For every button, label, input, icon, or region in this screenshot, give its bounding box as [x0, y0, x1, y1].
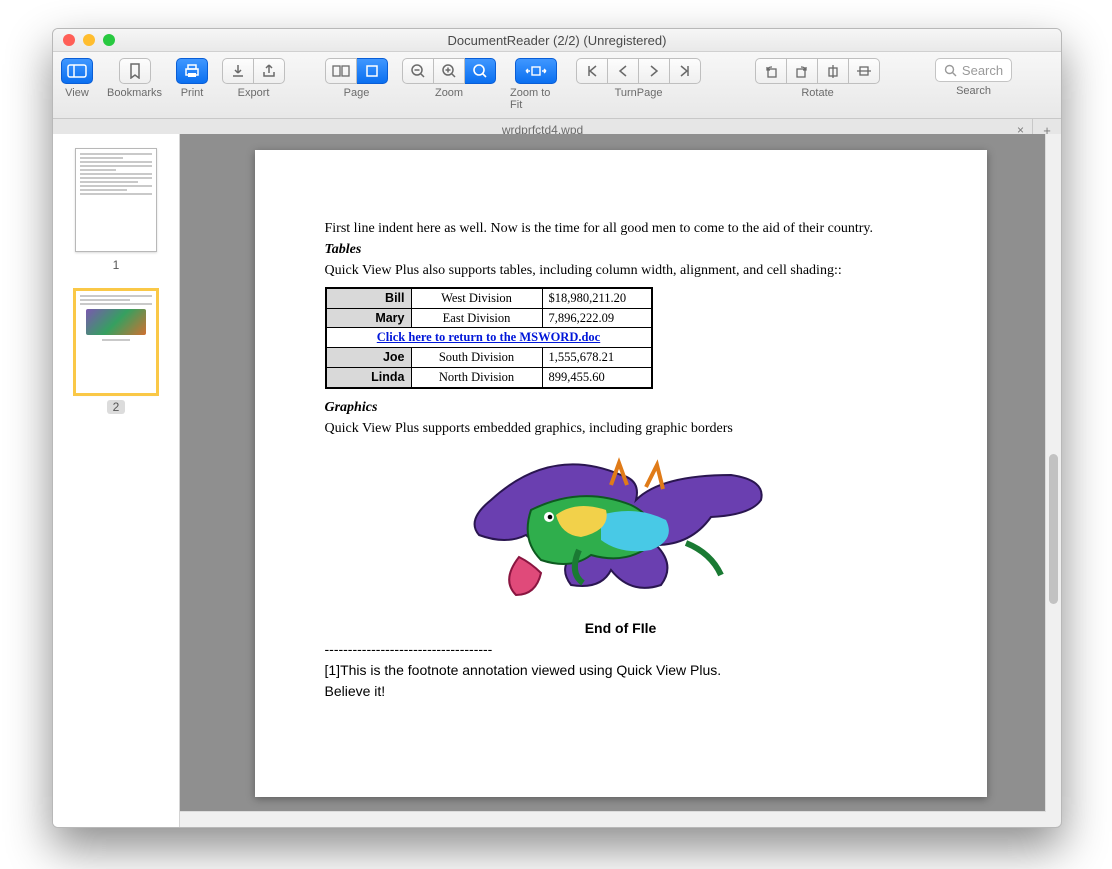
graphics-paragraph: Quick View Plus supports embedded graphi… [325, 420, 917, 439]
last-page-button[interactable] [670, 58, 701, 84]
cell-division: West Division [411, 288, 542, 308]
download-icon [230, 63, 246, 79]
next-page-button[interactable] [639, 58, 670, 84]
magnifier-icon [472, 63, 488, 79]
thumbnail-1-label: 1 [113, 258, 120, 272]
printer-icon [183, 63, 201, 79]
cell-amount: 1,555,678.21 [542, 348, 652, 368]
cell-name: Mary [326, 308, 412, 328]
page-thumbnail-2[interactable] [75, 290, 157, 394]
cell-name: Joe [326, 348, 412, 368]
search-icon [944, 64, 957, 77]
prev-icon [617, 64, 629, 78]
fit-icon [524, 64, 548, 78]
end-of-file: End of FIle [325, 619, 917, 638]
document-page: First line indent here as well. Now is t… [255, 150, 987, 797]
vertical-scrollbar[interactable] [1045, 134, 1061, 827]
cell-amount: $18,980,211.20 [542, 288, 652, 308]
body-paragraph: First line indent here as well. Now is t… [325, 220, 917, 239]
single-page-icon [364, 64, 380, 78]
search-placeholder: Search [962, 63, 1003, 78]
thumbnail-sidebar[interactable]: 1 2 [53, 134, 180, 827]
horizontal-scrollbar[interactable] [180, 811, 1046, 827]
page-single-button[interactable] [357, 58, 388, 84]
export-share-button[interactable] [254, 58, 285, 84]
page-thumbnail-1[interactable] [75, 148, 157, 252]
window-title: DocumentReader (2/2) (Unregistered) [53, 33, 1061, 48]
cell-name: Bill [326, 288, 412, 308]
footnote-separator: ------------------------------------ [325, 640, 917, 659]
first-page-button[interactable] [576, 58, 608, 84]
toolbar: View Bookmarks Print [53, 52, 1061, 119]
graphics-heading: Graphics [325, 399, 917, 418]
table-row: Bill West Division $18,980,211.20 [326, 288, 652, 308]
title-bar[interactable]: DocumentReader (2/2) (Unregistered) [53, 29, 1061, 52]
page-label: Page [344, 87, 370, 99]
first-icon [585, 64, 599, 78]
turnpage-label: TurnPage [615, 87, 663, 99]
bookmark-icon [128, 63, 142, 79]
flip-h-icon [825, 63, 841, 79]
zoom-in-button[interactable] [434, 58, 465, 84]
cell-division: North Division [411, 368, 542, 388]
search-label: Search [956, 85, 991, 97]
bookmarks-button[interactable] [119, 58, 151, 84]
search-input[interactable]: Search [935, 58, 1012, 82]
zoom-to-fit-label: Zoom to Fit [510, 87, 562, 111]
rotate-label: Rotate [801, 87, 833, 99]
app-window: DocumentReader (2/2) (Unregistered) View… [52, 28, 1062, 828]
footnote-ref: [1] [325, 662, 341, 678]
thumbnail-2-label: 2 [107, 400, 126, 414]
flip-h-button[interactable] [818, 58, 849, 84]
footnote-line-1: [1]This is the footnote annotation viewe… [325, 661, 917, 680]
rotate-right-button[interactable] [787, 58, 818, 84]
table-row: Linda North Division 899,455.60 [326, 368, 652, 388]
tables-heading: Tables [325, 241, 917, 260]
cell-amount: 899,455.60 [542, 368, 652, 388]
dragon-image [461, 445, 781, 605]
table-row: Mary East Division 7,896,222.09 [326, 308, 652, 328]
cell-amount: 7,896,222.09 [542, 308, 652, 328]
rotate-left-button[interactable] [755, 58, 787, 84]
zoom-in-icon [441, 63, 457, 79]
rotate-left-icon [763, 63, 779, 79]
print-label: Print [181, 87, 204, 99]
document-viewer[interactable]: First line indent here as well. Now is t… [180, 134, 1061, 827]
flip-v-icon [856, 63, 872, 79]
return-link[interactable]: Click here to return to the MSWORD.doc [377, 330, 600, 344]
view-button[interactable] [61, 58, 93, 84]
data-table: Bill West Division $18,980,211.20 Mary E… [325, 287, 653, 389]
facing-pages-icon [331, 64, 351, 78]
flip-v-button[interactable] [849, 58, 880, 84]
zoom-out-button[interactable] [402, 58, 434, 84]
zoom-actual-button[interactable] [465, 58, 496, 84]
export-label: Export [238, 87, 270, 99]
last-icon [678, 64, 692, 78]
cell-name: Linda [326, 368, 412, 388]
table-row: Joe South Division 1,555,678.21 [326, 348, 652, 368]
scrollbar-handle[interactable] [1049, 454, 1058, 604]
export-download-button[interactable] [222, 58, 254, 84]
next-icon [648, 64, 660, 78]
bookmarks-label: Bookmarks [107, 87, 162, 99]
page-facing-button[interactable] [325, 58, 357, 84]
tables-paragraph: Quick View Plus also supports tables, in… [325, 262, 917, 281]
sidebar-icon [67, 64, 87, 78]
zoom-to-fit-button[interactable] [515, 58, 557, 84]
zoom-out-icon [410, 63, 426, 79]
cell-division: South Division [411, 348, 542, 368]
cell-division: East Division [411, 308, 542, 328]
view-label: View [65, 87, 89, 99]
table-link-row: Click here to return to the MSWORD.doc [326, 328, 652, 348]
footnote-line-2: Believe it! [325, 682, 917, 701]
prev-page-button[interactable] [608, 58, 639, 84]
print-button[interactable] [176, 58, 208, 84]
rotate-right-icon [794, 63, 810, 79]
zoom-label: Zoom [435, 87, 463, 99]
footnote-text-1: This is the footnote annotation viewed u… [340, 662, 721, 678]
share-icon [261, 63, 277, 79]
